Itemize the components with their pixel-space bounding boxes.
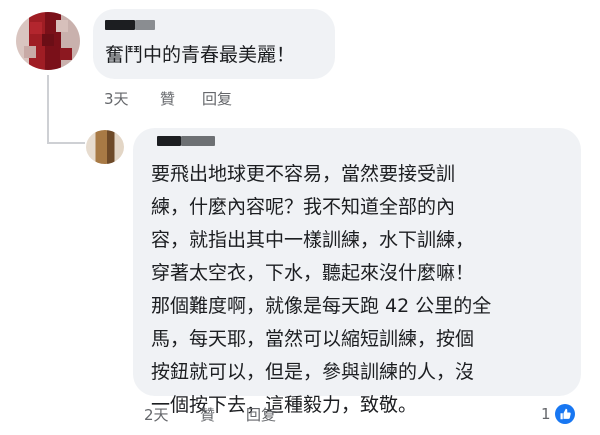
reaction-summary[interactable]: 1 (541, 404, 575, 424)
like-button[interactable]: 贊 (160, 88, 175, 109)
reply-time[interactable]: 2天 (144, 404, 169, 425)
thread-connector (47, 142, 85, 144)
reply-text-line: 那個難度啊，就像是每天跑 42 公里的全 (151, 295, 492, 317)
thread-line (47, 75, 49, 143)
avatar[interactable] (16, 12, 80, 70)
avatar[interactable] (86, 130, 124, 164)
commenter-name[interactable] (157, 136, 181, 146)
reply-text-line: 穿著太空衣，下水，聽起來沒什麼嘛！ (151, 262, 475, 284)
commenter-name-blur (135, 20, 155, 30)
reply-button[interactable]: 回复 (202, 88, 232, 109)
reply-text-line: 按鈕就可以，但是，參與訓練的人，沒 (151, 361, 475, 383)
like-button[interactable]: 贊 (200, 404, 215, 425)
reply-text-line: 馬，每天耶，當然可以縮短訓練，按個 (151, 328, 475, 350)
thumbs-up-icon (554, 404, 575, 424)
comment-time[interactable]: 3天 (104, 88, 129, 109)
reply-bubble: 要飛出地球更不容易，當然要接受訓 練，什麼內容呢？我不知道全部的內 容，就指出其… (133, 128, 581, 416)
reply-button[interactable]: 回复 (246, 404, 276, 425)
reply-text: 要飛出地球更不容易，當然要接受訓 練，什麼內容呢？我不知道全部的內 容，就指出其… (151, 158, 571, 422)
commenter-name[interactable] (105, 20, 135, 30)
reaction-count: 1 (541, 405, 551, 423)
comment-bubble: 奮鬥中的青春最美麗！ (93, 9, 335, 79)
reply-text-line: 練，什麼內容呢？我不知道全部的內 (151, 196, 456, 218)
reply-text-line: 要飛出地球更不容易，當然要接受訓 (151, 163, 456, 185)
reply-text-line: 容，就指出其中一樣訓練，水下訓練， (151, 229, 475, 251)
commenter-name-blur (181, 136, 215, 146)
comment-text: 奮鬥中的青春最美麗！ (105, 44, 296, 66)
